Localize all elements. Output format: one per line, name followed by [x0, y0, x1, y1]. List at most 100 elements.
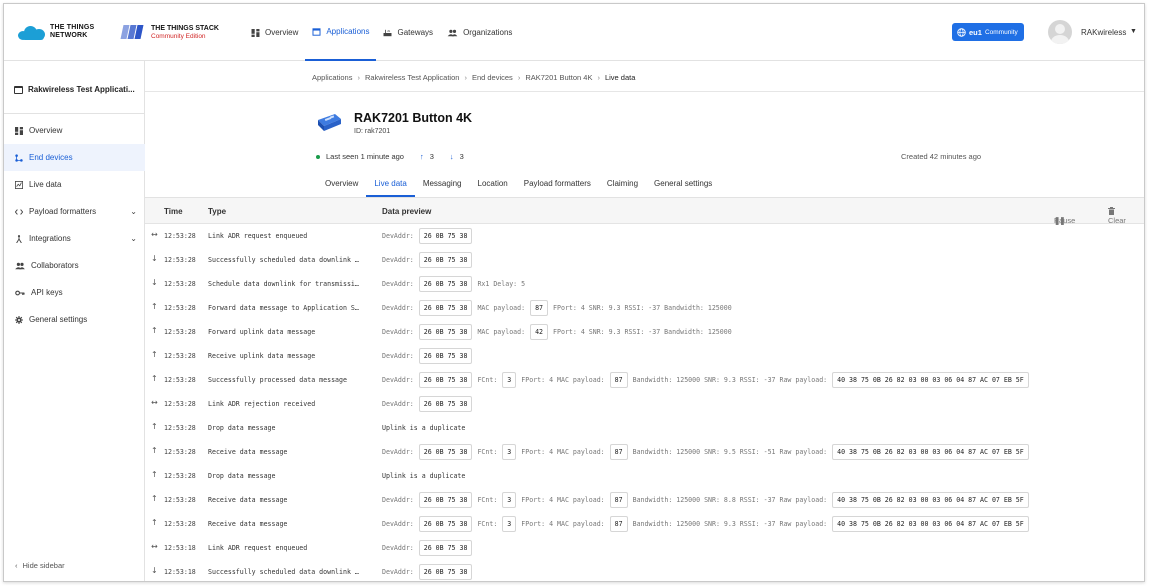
- table-row[interactable]: ↔ 12:53:28 Link ADR request enqueued DevAdd…: [145, 224, 1144, 248]
- sidebar-app-title[interactable]: Rakwireless Test Applicati...: [14, 85, 142, 94]
- table-row[interactable]: ↑ 12:53:28 Receive data message DevAddr: 26 …: [145, 512, 1144, 536]
- tab-overview[interactable]: Overview: [317, 173, 366, 197]
- preview-value[interactable]: 26 0B 75 38: [418, 540, 473, 556]
- sidebar-item-end-devices[interactable]: End devices: [4, 144, 145, 171]
- user-name[interactable]: RAKwireless: [1081, 28, 1126, 37]
- preview-value[interactable]: 3: [502, 372, 517, 388]
- nav-organizations[interactable]: Organizations: [440, 4, 519, 61]
- preview-label: MAC payload:: [477, 328, 526, 336]
- nav-applications[interactable]: Applications: [305, 4, 377, 61]
- sidebar: Rakwireless Test Applicati... Overview E…: [4, 61, 145, 581]
- event-time: 12:53:28: [164, 232, 196, 240]
- cluster-label: Community: [984, 28, 1018, 36]
- table-row[interactable]: ↓ 12:53:28 Successfully scheduled data dow…: [145, 248, 1144, 272]
- preview-value[interactable]: 40 38 75 0B 26 82 03 00 03 06 04 87 AC 0…: [832, 516, 1029, 532]
- preview-value[interactable]: 26 0B 75 38: [418, 372, 473, 388]
- table-row[interactable]: ↑ 12:53:28 Receive data message DevAddr: 26 …: [145, 440, 1144, 464]
- preview-value[interactable]: 26 0B 75 38: [418, 396, 473, 412]
- preview-value[interactable]: 26 0B 75 38: [418, 252, 473, 268]
- code-icon: [15, 208, 23, 215]
- preview-label: FCnt:: [477, 520, 498, 528]
- preview-value[interactable]: 40 38 75 0B 26 82 03 00 03 06 04 87 AC 0…: [832, 372, 1029, 388]
- last-seen: Last seen 1 minute ago: [326, 152, 404, 161]
- preview-value[interactable]: 87: [609, 516, 628, 532]
- preview-value[interactable]: 40 38 75 0B 26 82 03 00 03 06 04 87 AC 0…: [832, 492, 1029, 508]
- grid-icon: [15, 126, 23, 135]
- stack-logo[interactable]: THE THINGS STACK Community Edition: [120, 24, 219, 40]
- preview-value[interactable]: 26 0B 75 38: [418, 300, 473, 316]
- tab-payload-formatters[interactable]: Payload formatters: [516, 173, 599, 197]
- preview-value[interactable]: 26 0B 75 38: [418, 492, 473, 508]
- breadcrumb-applications[interactable]: Applications: [312, 73, 352, 82]
- preview-value[interactable]: 87: [530, 300, 549, 316]
- table-row[interactable]: ↑ 12:53:28 Successfully processed data mes…: [145, 368, 1144, 392]
- tab-claiming[interactable]: Claiming: [599, 173, 646, 197]
- preview-value[interactable]: 87: [609, 444, 628, 460]
- preview-label: MAC payload:: [477, 304, 526, 312]
- preview-label: DevAddr:: [382, 256, 414, 264]
- preview-value[interactable]: 26 0B 75 38: [418, 228, 473, 244]
- event-type: Link ADR request enqueued: [208, 232, 308, 240]
- hide-sidebar-button[interactable]: ‹ Hide sidebar: [15, 561, 65, 570]
- breadcrumb-application[interactable]: Rakwireless Test Application: [365, 73, 460, 82]
- preview-label: FCnt:: [477, 448, 498, 456]
- sidebar-item-live-data[interactable]: Live data: [4, 171, 145, 198]
- table-row[interactable]: ↔ 12:53:28 Link ADR rejection received DevA…: [145, 392, 1144, 416]
- sidebar-item-integrations[interactable]: Integrations ⌄: [4, 225, 145, 252]
- preview-value[interactable]: 26 0B 75 38: [418, 324, 473, 340]
- sidebar-item-collaborators[interactable]: Collaborators: [4, 252, 145, 279]
- chevron-left-icon: ‹: [15, 561, 18, 570]
- table-row[interactable]: ↑ 12:53:28 Forward data message to Applica…: [145, 296, 1144, 320]
- sidebar-item-payload-formatters[interactable]: Payload formatters ⌄: [4, 198, 145, 225]
- table-row[interactable]: ↑ 12:53:28 Forward uplink data message DevA…: [145, 320, 1144, 344]
- caret-down-icon[interactable]: ▼: [1130, 28, 1137, 35]
- preview-value[interactable]: 26 0B 75 38: [418, 348, 473, 364]
- chevron-down-icon[interactable]: ⌄: [130, 207, 137, 216]
- sidebar-item-api-keys[interactable]: API keys: [4, 279, 145, 306]
- preview-value[interactable]: 26 0B 75 38: [418, 564, 473, 580]
- sidebar-item-general-settings[interactable]: General settings: [4, 306, 145, 333]
- event-preview: Uplink is a duplicate: [382, 418, 465, 438]
- tab-location[interactable]: Location: [470, 173, 516, 197]
- tab-live-data[interactable]: Live data: [366, 173, 415, 197]
- table-row[interactable]: ↓ 12:53:18 Successfully scheduled data dow…: [145, 560, 1144, 581]
- breadcrumb-current: Live data: [604, 73, 636, 82]
- preview-value[interactable]: 3: [502, 516, 517, 532]
- event-preview: DevAddr: 26 0B 75 38: [382, 562, 473, 581]
- table-row[interactable]: ↔ 12:53:18 Link ADR request enqueued DevAdd…: [145, 536, 1144, 560]
- cluster-selector-button[interactable]: eu1 Community: [952, 23, 1024, 41]
- people-icon: [15, 262, 25, 269]
- preview-value[interactable]: 42: [530, 324, 549, 340]
- table-row[interactable]: ↑ 12:53:28 Drop data message Uplink is a du…: [145, 416, 1144, 440]
- nav-gateways[interactable]: Gateways: [376, 4, 440, 61]
- preview-label: DevAddr:: [382, 568, 414, 576]
- table-row[interactable]: ↓ 12:53:28 Schedule data downlink for tran…: [145, 272, 1144, 296]
- tab-messaging[interactable]: Messaging: [415, 173, 470, 197]
- created-at: Created 42 minutes ago: [901, 152, 982, 161]
- preview-label: DevAddr:: [382, 520, 414, 528]
- preview-value[interactable]: 26 0B 75 38: [418, 516, 473, 532]
- table-row[interactable]: ↑ 12:53:28 Receive data message DevAddr: 26 …: [145, 488, 1144, 512]
- preview-value[interactable]: 3: [502, 444, 517, 460]
- preview-label: DevAddr:: [382, 376, 414, 384]
- preview-value[interactable]: 26 0B 75 38: [418, 444, 473, 460]
- breadcrumb-end-devices[interactable]: End devices: [472, 73, 513, 82]
- table-row[interactable]: ↑ 12:53:28 Receive uplink data message DevA…: [145, 344, 1144, 368]
- chevron-down-icon[interactable]: ⌄: [130, 234, 137, 243]
- sidebar-item-label: General settings: [29, 315, 88, 324]
- preview-value[interactable]: 26 0B 75 38: [418, 276, 473, 292]
- event-preview: DevAddr: 26 0B 75 38 FCnt: 3 FPort: 4 MAC pa…: [382, 514, 1029, 534]
- tab-general-settings[interactable]: General settings: [646, 173, 720, 197]
- avatar[interactable]: [1048, 20, 1072, 44]
- clear-button[interactable]: Clear: [1108, 207, 1126, 225]
- nav-overview[interactable]: Overview: [244, 4, 305, 61]
- preview-value[interactable]: 40 38 75 0B 26 82 03 00 03 06 04 87 AC 0…: [832, 444, 1029, 460]
- table-row[interactable]: ↑ 12:53:28 Drop data message Uplink is a du…: [145, 464, 1144, 488]
- preview-value[interactable]: 87: [609, 492, 628, 508]
- sidebar-item-overview[interactable]: Overview: [4, 117, 145, 144]
- ttn-logo[interactable]: THE THINGS NETWORK: [18, 24, 94, 40]
- preview-value[interactable]: 3: [502, 492, 517, 508]
- breadcrumb-divider: [145, 91, 1144, 92]
- breadcrumb-device[interactable]: RAK7201 Button 4K: [525, 73, 592, 82]
- preview-value[interactable]: 87: [609, 372, 628, 388]
